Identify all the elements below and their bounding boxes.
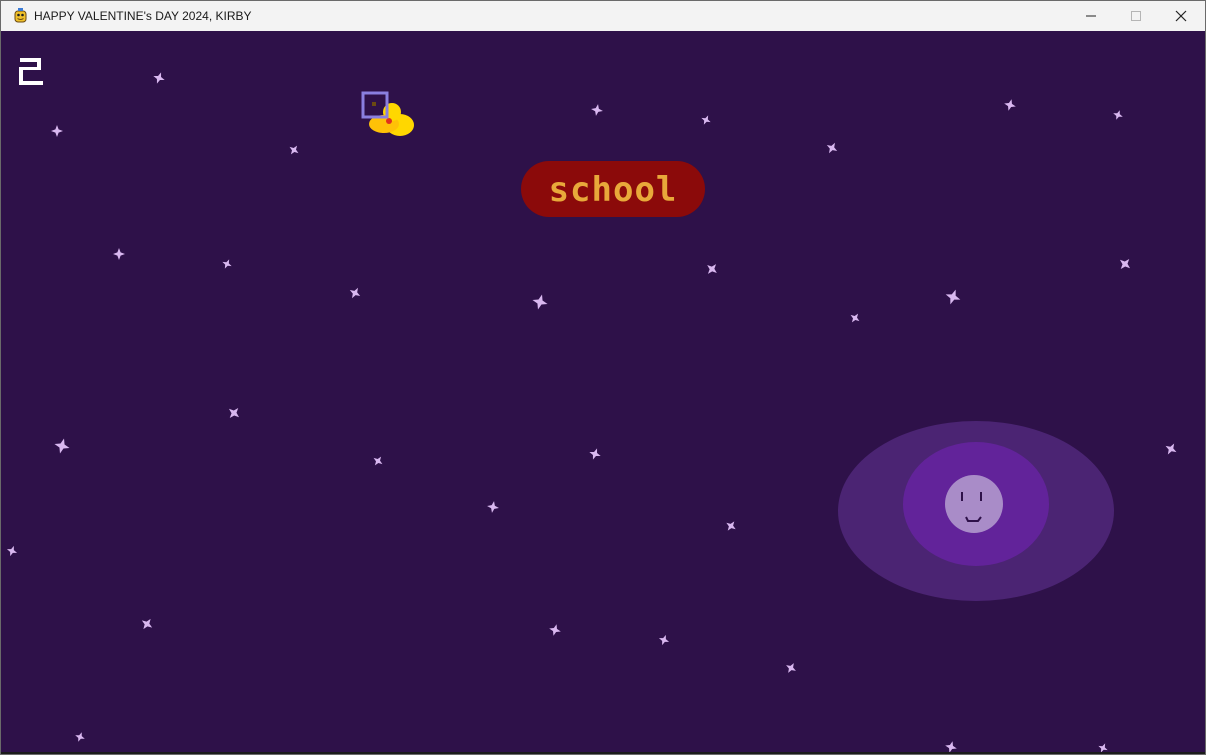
word-pill: school [521, 161, 705, 217]
pygame-snake-icon [14, 8, 27, 23]
yellow-duck[interactable] [361, 91, 414, 136]
score-counter [19, 58, 43, 85]
starfield [5, 70, 1180, 752]
close-button[interactable] [1158, 1, 1203, 31]
maximize-button[interactable] [1113, 1, 1158, 31]
close-icon [1175, 10, 1186, 22]
smiling-moon-portal [838, 421, 1114, 601]
minimize-button[interactable] [1068, 1, 1113, 31]
minimize-icon [1085, 15, 1096, 17]
maximize-icon [1130, 11, 1141, 21]
target-word: school [548, 170, 678, 210]
window-title: HAPPY VALENTINE's DAY 2024, KIRBY [34, 9, 252, 23]
game-canvas[interactable]: school [5, 32, 1205, 752]
game-window: HAPPY VALENTINE's DAY 2024, KIRBY school [0, 0, 1206, 755]
title-bar[interactable]: HAPPY VALENTINE's DAY 2024, KIRBY [1, 1, 1205, 31]
